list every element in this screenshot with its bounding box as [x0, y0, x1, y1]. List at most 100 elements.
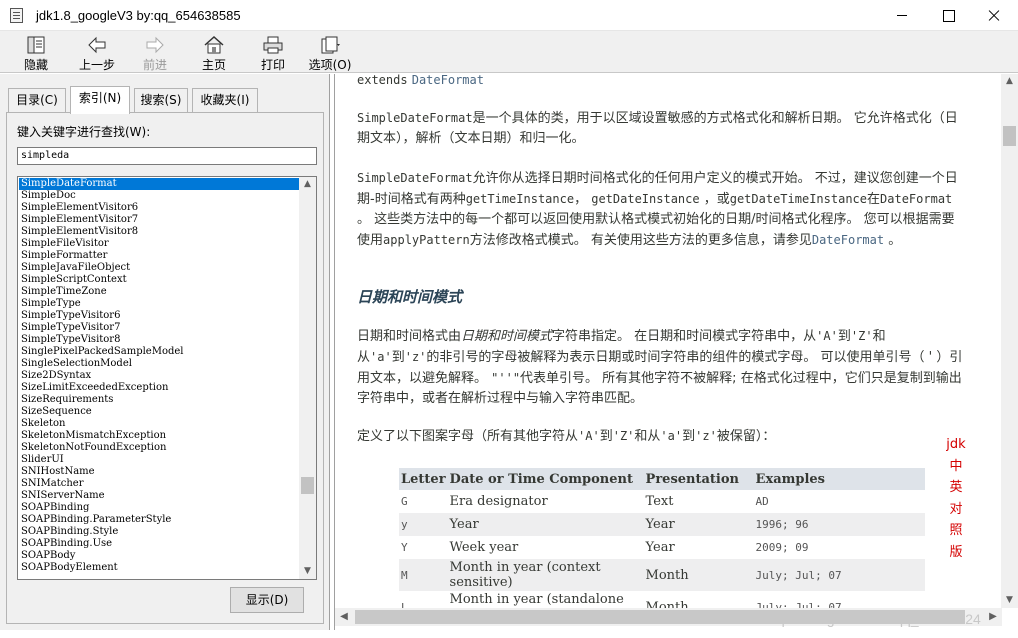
index-list-item[interactable]: SimpleJavaFileObject	[19, 262, 300, 274]
index-list-item[interactable]: SimpleFileVisitor	[19, 238, 300, 250]
cell-presentation-link[interactable]: Month	[644, 591, 754, 609]
tab-search[interactable]: 搜索(S)	[134, 88, 188, 112]
keyword-input[interactable]: simpleda	[17, 147, 317, 165]
text-span: 到	[391, 350, 405, 365]
scroll-thumb[interactable]	[301, 477, 314, 494]
scroll-right-icon[interactable]: ▶	[986, 610, 1000, 624]
code-span: 'A'	[816, 329, 838, 343]
options-icon	[321, 36, 340, 54]
print-button[interactable]: 打印	[252, 33, 294, 72]
cell-presentation-link[interactable]: Year	[644, 536, 754, 559]
display-button[interactable]: 显示(D)	[230, 587, 304, 613]
text-span: 方法修改格式模式。 有关使用这些方法的更多信息，请参见	[469, 233, 812, 248]
index-list-item[interactable]: SNIHostName	[19, 466, 300, 478]
cell-examples: AD	[755, 495, 769, 508]
back-button[interactable]: 上一步	[72, 33, 122, 72]
content-vertical-scrollbar[interactable]: ▲ ▼	[1001, 74, 1018, 608]
hide-button[interactable]: 隐藏	[14, 33, 58, 72]
index-list-item[interactable]: Size2DSyntax	[19, 370, 300, 382]
scroll-down-icon[interactable]: ▼	[1005, 596, 1014, 605]
index-list-item[interactable]: SkeletonNotFoundException	[19, 442, 300, 454]
index-list-item[interactable]: SimpleTimeZone	[19, 286, 300, 298]
index-list-item[interactable]: SimpleTypeVisitor6	[19, 310, 300, 322]
cell-component: Year	[447, 513, 644, 536]
index-list-item[interactable]: SimpleElementVisitor8	[19, 226, 300, 238]
cell-letter: y	[399, 513, 448, 536]
index-list-item[interactable]: SimpleTypeVisitor7	[19, 322, 300, 334]
cell-presentation-link[interactable]: Year	[643, 513, 754, 536]
cell-examples: July; Jul; 07	[753, 559, 925, 591]
index-list-item[interactable]: SNIServerName	[19, 490, 300, 502]
printer-icon	[263, 36, 283, 54]
index-list-item[interactable]: SliderUI	[19, 454, 300, 466]
index-list-item[interactable]: SimpleElementVisitor7	[19, 214, 300, 226]
paragraph-intro: SimpleDateFormat是一个具体的类，用于以区域设置敏感的方式格式化和…	[357, 108, 967, 149]
scroll-up-icon[interactable]: ▲	[1005, 77, 1014, 86]
index-list-item[interactable]: SimpleElementVisitor6	[19, 202, 300, 214]
table-row: Y Week year Year 2009; 09	[399, 536, 925, 559]
maximize-button[interactable]	[925, 0, 971, 31]
index-list-item[interactable]: SimpleType	[19, 298, 300, 310]
arrow-left-icon	[88, 36, 106, 54]
index-list-item[interactable]: Skeleton	[19, 418, 300, 430]
index-list-item[interactable]: SOAPBinding.Use	[19, 538, 300, 550]
cell-component: Month in year (context sensitive)	[447, 559, 644, 591]
close-button[interactable]	[971, 0, 1017, 31]
tab-index[interactable]: 索引(N)	[70, 86, 130, 114]
home-button[interactable]: 主页	[192, 33, 236, 72]
dateformat-link[interactable]: DateFormat	[812, 233, 884, 247]
paragraph-letters: 定义了以下图案字母（所有其他字符从'A'到'Z'和从'a'到'z'被保留）：	[357, 426, 967, 447]
text-span: 。	[884, 233, 902, 248]
code-span: "''"	[491, 371, 521, 385]
table-row: y Year Year 1996; 96	[399, 513, 925, 536]
code-span: DateFormat	[880, 192, 953, 206]
index-list-item[interactable]: SimpleFormatter	[19, 250, 300, 262]
index-list-item[interactable]: SOAPBody	[19, 550, 300, 562]
extends-line: extends DateFormat	[357, 74, 967, 91]
index-list-item[interactable]: SkeletonMismatchException	[19, 430, 300, 442]
cell-component: Month in year (standalone form)	[449, 592, 624, 608]
tab-contents[interactable]: 目录(C)	[8, 88, 66, 112]
cell-examples: 2009; 09	[755, 541, 809, 554]
cell-letter: Y	[401, 541, 408, 554]
paragraph-patterns: 日期和时间格式由日期和时间模式字符串指定。 在日期和时间模式字符串中，从'A'到…	[357, 326, 967, 409]
cell-presentation-link[interactable]: Month	[643, 559, 754, 591]
index-list-item[interactable]: SOAPBodyElement	[19, 562, 300, 574]
minimize-button[interactable]	[879, 0, 925, 31]
options-button[interactable]: 选项(O)	[306, 33, 354, 72]
index-list-item[interactable]: SizeRequirements	[19, 394, 300, 406]
index-list-item[interactable]: SimpleScriptContext	[19, 274, 300, 286]
index-list-item[interactable]: SOAPBinding.ParameterStyle	[19, 514, 300, 526]
index-list-item[interactable]: SimpleDateFormat	[19, 178, 300, 190]
extends-keyword: extends	[357, 74, 408, 87]
index-list-scrollbar[interactable]: ▲ ▼	[299, 177, 316, 579]
scroll-thumb[interactable]	[1003, 126, 1016, 146]
index-list[interactable]: SimpleDateFormat SimpleDoc SimpleElementVi…	[17, 176, 317, 580]
scroll-left-icon[interactable]: ◀	[337, 610, 351, 624]
index-list-item[interactable]: SizeLimitExceededException	[19, 382, 300, 394]
index-list-item[interactable]: SOAPBinding	[19, 502, 300, 514]
tab-favorites[interactable]: 收藏夹(I)	[192, 88, 258, 112]
index-list-item[interactable]: SinglePixelPackedSampleModel	[19, 346, 300, 358]
code-span: getTimeInstance	[465, 192, 575, 206]
scroll-down-icon[interactable]: ▼	[303, 567, 312, 576]
cell-letter: M	[399, 559, 448, 591]
code-span: 'z'	[404, 350, 427, 364]
scroll-up-icon[interactable]: ▲	[303, 180, 312, 189]
index-list-item[interactable]: SNIMatcher	[19, 478, 300, 490]
paragraph-usage: SimpleDateFormat允许你从选择日期时间格式化的任何用户定义的模式开…	[357, 168, 967, 251]
text-span: 日期和时间格式由	[357, 329, 462, 344]
arrow-right-icon	[146, 36, 164, 54]
index-list-item[interactable]: SizeSequence	[19, 406, 300, 418]
index-list-item[interactable]: SingleSelectionModel	[19, 358, 300, 370]
index-list-item[interactable]: SOAPBinding.Style	[19, 526, 300, 538]
extends-class-link[interactable]: DateFormat	[412, 74, 484, 87]
index-list-item[interactable]: SimpleTypeVisitor8	[19, 334, 300, 346]
index-list-item[interactable]: SimpleDoc	[19, 190, 300, 202]
index-panel: 键入关键字进行查找(W): simpleda SimpleDateFormat S…	[6, 112, 324, 624]
print-label: 打印	[260, 58, 285, 72]
side-note-char: 对	[949, 501, 963, 517]
cell-component: Era designator	[449, 494, 548, 509]
cell-presentation-link[interactable]: Text	[644, 490, 754, 513]
forward-button[interactable]: 前进	[134, 33, 176, 72]
